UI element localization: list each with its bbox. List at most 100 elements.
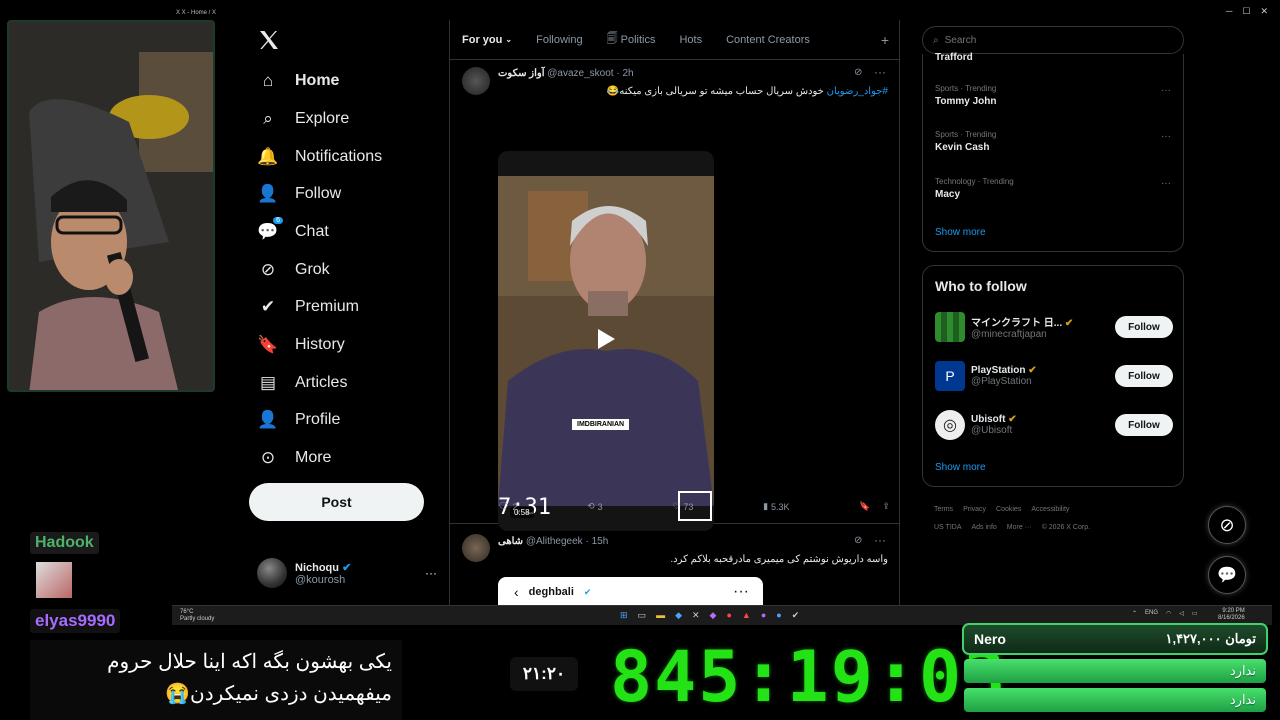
avatar[interactable]	[462, 534, 490, 562]
sidebar-item-label: Explore	[295, 110, 350, 127]
stream-frame: X X - Home / X ─ ☐ ✕ Post Nichoqu ✔ @kou…	[0, 0, 1280, 720]
taskbar-app-icon[interactable]: ✔	[792, 610, 800, 621]
repost-button[interactable]: ⟲ 3	[587, 501, 603, 512]
avatar[interactable]	[462, 67, 490, 95]
windows-taskbar: 76°C Partly cloudy ⊞ ▭ ▬ ◆ ✕ ◆ ● ▲ ● ● ✔ …	[172, 605, 1272, 625]
quoted-tweet[interactable]: ‹ deghbali ✔ ···	[498, 577, 763, 605]
tweet-author-name[interactable]: شاهی	[498, 536, 523, 547]
close-icon[interactable]: ✕	[1260, 6, 1268, 17]
minimize-icon[interactable]: ─	[1226, 6, 1232, 17]
tweet-video[interactable]: IMDBIRANIAN 7:31 0:58	[498, 151, 714, 531]
footer-link[interactable]: Cookies	[996, 506, 1021, 513]
tray-icon: ⌃	[1132, 611, 1138, 617]
system-tray[interactable]: ⌃ ENG ◠ ◁ ▭	[1132, 610, 1198, 617]
sidebar-item-chat[interactable]: 💬 6 Chat	[257, 214, 329, 250]
maximize-icon[interactable]: ☐	[1242, 6, 1250, 17]
show-more-link[interactable]: Show more	[935, 462, 986, 473]
more-dots-icon[interactable]: ···	[1161, 178, 1171, 189]
more-dots-icon[interactable]: ···	[874, 533, 886, 547]
follow-button[interactable]: Follow	[1115, 365, 1173, 387]
bookmark-icon[interactable]: 🔖	[859, 501, 870, 512]
show-more-link[interactable]: Show more	[935, 227, 986, 238]
taskbar-app-icon[interactable]: ▲	[742, 610, 751, 621]
follow-button[interactable]: Follow	[1115, 414, 1173, 436]
follow-suggestion[interactable]: P PlayStation ✔ @PlayStation Follow	[935, 358, 1173, 394]
sidebar-item-more[interactable]: ⊙ More	[257, 440, 332, 476]
footer-link[interactable]: More ···	[1007, 524, 1032, 531]
trend-item[interactable]: Sports · Trending Tommy John	[935, 84, 996, 107]
follow-suggestion[interactable]: マインクラフト 日... ✔ @minecraftjapan Follow	[935, 309, 1173, 345]
sidebar-item-grok[interactable]: ⊘ Grok	[257, 252, 330, 288]
quoted-name: deghbali	[528, 586, 574, 598]
views-icon: ▮	[763, 501, 769, 511]
taskbar-app-icon[interactable]: ▬	[656, 610, 665, 621]
taskbar-app-icon[interactable]: ●	[761, 610, 766, 621]
taskbar-clock[interactable]: 9:20 PM 8/16/2026	[1218, 608, 1245, 622]
sidebar-item-explore[interactable]: ⌕ Explore	[257, 101, 349, 137]
taskbar-app-icon[interactable]: ◆	[675, 610, 682, 621]
trend-item[interactable]: Sports · Trending Kevin Cash	[935, 130, 996, 153]
sidebar-item-profile[interactable]: 👤 Profile	[257, 402, 340, 438]
more-dots-icon[interactable]: ···	[425, 566, 437, 580]
grok-icon[interactable]: ⊘	[854, 535, 862, 546]
sidebar-item-notifications[interactable]: 🔔 Notifications	[257, 139, 382, 175]
chat-emote	[36, 562, 72, 598]
tab-politics[interactable]: 🗐 Politics	[595, 20, 668, 60]
account-switcher[interactable]: Nichoqu ✔ @kourosh ···	[257, 553, 437, 593]
taskbar-app-icon[interactable]: ✕	[692, 610, 700, 621]
weather-widget[interactable]: 76°C Partly cloudy	[180, 609, 214, 623]
like-button[interactable]: ♡ 73	[672, 501, 693, 512]
views-button[interactable]: ▮ 5.3K	[763, 501, 789, 512]
tweet[interactable]: شاهی @Alithegeek · 15h ⊘ ··· واسه داریوش…	[450, 525, 899, 605]
grok-icon[interactable]: ⊘	[854, 67, 862, 78]
hashtag-link[interactable]: #جواد_رضویان	[827, 86, 888, 97]
more-dots-icon[interactable]: ···	[1161, 85, 1171, 96]
windows-start-icon[interactable]: ⊞	[620, 610, 628, 621]
tab-following[interactable]: Following	[524, 20, 594, 60]
sidebar-item-label: More	[295, 449, 332, 466]
tweet-author-name[interactable]: آواز سکوت	[498, 68, 544, 79]
tab-hots[interactable]: Hots	[667, 20, 714, 60]
taskbar-app-icon[interactable]: ▭	[638, 610, 647, 621]
donation-row: ندارد	[964, 659, 1266, 683]
footer-link[interactable]: Ads info	[972, 524, 997, 531]
footer-link[interactable]: Accessibility	[1031, 506, 1069, 513]
tab-content-creators[interactable]: Content Creators	[714, 20, 822, 60]
tweet-author-handle[interactable]: @Alithegeek	[526, 536, 583, 547]
tweet-author-handle[interactable]: @avaze_skoot	[547, 68, 613, 79]
footer-link[interactable]: US TIDA	[934, 524, 962, 531]
repost-icon: ⟲	[587, 501, 595, 511]
chat-fab[interactable]: 💬	[1208, 556, 1246, 594]
tweet-time[interactable]: · 15h	[585, 536, 608, 547]
avatar	[257, 558, 287, 588]
footer-link[interactable]: Terms	[934, 506, 953, 513]
play-icon[interactable]	[590, 323, 622, 355]
follow-suggestion[interactable]: ◎ Ubisoft ✔ @Ubisoft Follow	[935, 407, 1173, 443]
tweet-text: واسه داریوش نوشتم کی میمیری مادرقحبه بلا…	[670, 554, 888, 565]
more-dots-icon[interactable]: ···	[1161, 131, 1171, 142]
follow-button[interactable]: Follow	[1115, 316, 1173, 338]
sidebar-item-history[interactable]: 🔖 History	[257, 327, 344, 363]
sidebar-item-articles[interactable]: ▤ Articles	[257, 365, 347, 401]
sidebar-item-follow[interactable]: 👤 Follow	[257, 176, 341, 212]
footer-link[interactable]: Privacy	[963, 506, 986, 513]
taskbar-app-icon[interactable]: ◆	[710, 610, 717, 621]
search-input[interactable]: ⌕ Search	[922, 26, 1184, 54]
taskbar-app-icon[interactable]: ●	[776, 610, 781, 621]
grok-fab[interactable]: ⊘	[1208, 506, 1246, 544]
tweet-time[interactable]: · 2h	[616, 68, 633, 79]
trend-clipped[interactable]: Trafford	[935, 52, 973, 63]
more-dots-icon[interactable]: ···	[874, 65, 886, 79]
verified-icon: ✔	[342, 561, 352, 574]
share-icon[interactable]: ⇪	[882, 501, 890, 512]
taskbar-app-icon[interactable]: ●	[726, 610, 731, 621]
sidebar-item-home[interactable]: ⌂ Home	[257, 63, 340, 99]
reply-button[interactable]: 🗨 2	[498, 501, 517, 512]
trend-item[interactable]: Technology · Trending Macy	[935, 177, 1014, 200]
tweet[interactable]: آواز سکوت @avaze_skoot · 2h ⊘ ··· #جواد_…	[450, 61, 899, 531]
add-tab-icon[interactable]: +	[869, 20, 899, 60]
tab-for-you[interactable]: For you ⌄	[450, 20, 524, 60]
post-button[interactable]: Post	[249, 483, 424, 521]
x-logo-icon[interactable]	[257, 28, 281, 52]
sidebar-item-premium[interactable]: ✔ Premium	[257, 289, 359, 325]
